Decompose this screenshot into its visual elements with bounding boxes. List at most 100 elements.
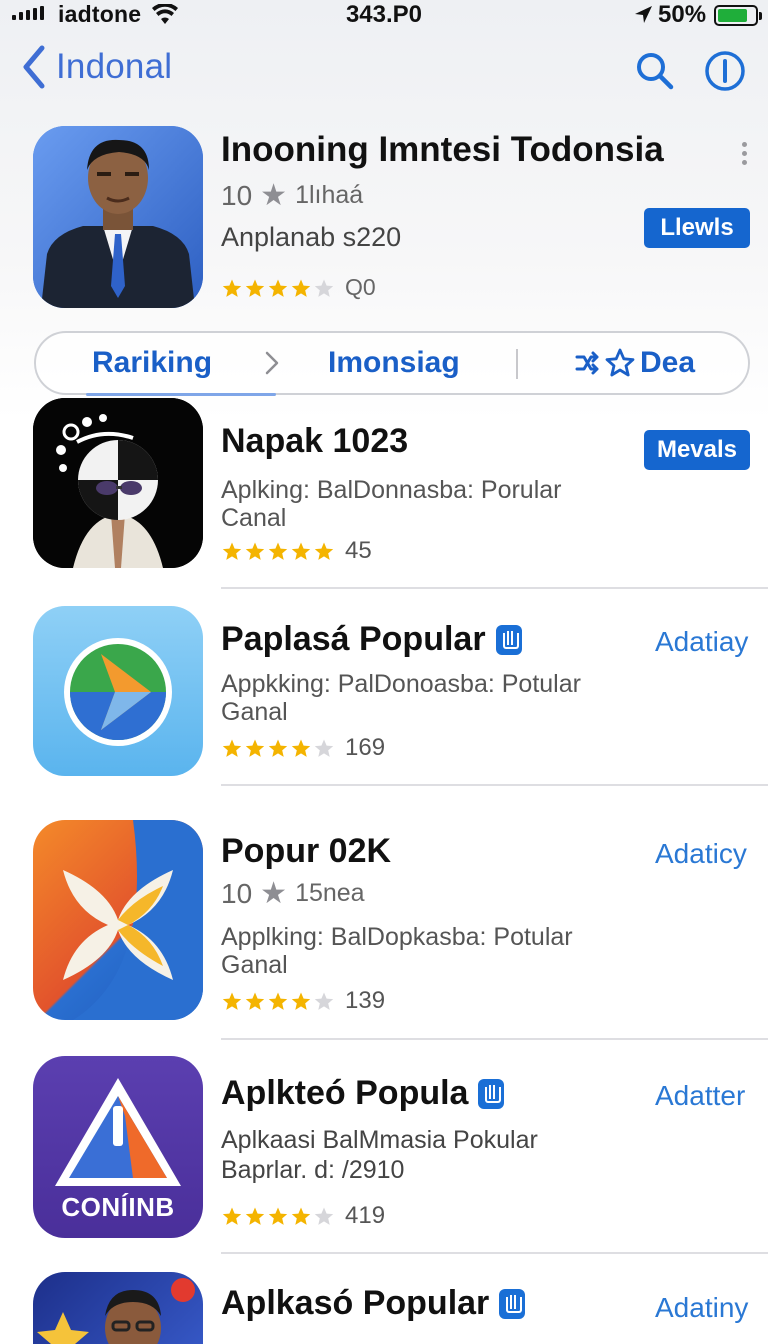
star-empty-icon — [314, 739, 334, 757]
app-action-link[interactable]: Adatiay — [655, 626, 748, 658]
chevron-right-icon — [265, 351, 279, 375]
app-rating: 419 — [221, 1202, 385, 1230]
star-filled-icon — [222, 279, 242, 297]
row-separator — [221, 1038, 768, 1040]
back-button[interactable]: Indonal — [18, 44, 172, 90]
app-action-button[interactable]: Mevals — [644, 430, 750, 470]
app-description: Aplkaasi BalMmasia Pokular Baprlar. d: /… — [221, 1126, 538, 1184]
battery-icon — [714, 5, 762, 26]
rating-count: 169 — [345, 734, 386, 761]
star-icon: ★ — [260, 877, 288, 910]
tab-dea[interactable]: Dea — [574, 333, 695, 393]
featured-app-icon — [33, 126, 203, 308]
app-sub-label: 15nea — [295, 879, 365, 907]
verified-badge-icon — [495, 624, 522, 655]
row-separator — [221, 587, 768, 589]
tab-dea-label: Dea — [640, 346, 696, 379]
app-subline: 10 ★ 15nea — [221, 876, 365, 911]
app-action-link[interactable]: Adatter — [655, 1080, 745, 1112]
app-name-text: Paplasá Popular — [221, 620, 486, 658]
app-name-text: Napak 1023 — [221, 422, 409, 460]
rating-count: 139 — [345, 987, 386, 1014]
verified-badge-icon — [499, 1288, 526, 1319]
featured-app-developer: Anplanab s220 — [221, 222, 402, 252]
app-name: Aplkteó Popula — [221, 1074, 505, 1113]
app-description: Applking: BalDopkasba: Potular Ganal — [221, 923, 573, 979]
list-item[interactable]: Paplasá Popular Appkking: PalDonoasba: P… — [0, 606, 768, 796]
featured-get-button[interactable]: Llewls — [644, 208, 750, 248]
segment-control: Rariking Imonsiag Dea — [34, 331, 750, 396]
app-description: Appkking: PalDonoasba: Potular Ganal — [221, 670, 581, 726]
battery-percent: 50% — [658, 1, 707, 28]
app-name: Aplkasó Popular — [221, 1284, 526, 1323]
star-rating — [221, 277, 335, 299]
shuffle-icon — [575, 351, 599, 375]
star-filled-icon — [268, 739, 288, 757]
app-name: Popur 02K — [221, 832, 391, 871]
star-filled-icon — [268, 992, 288, 1010]
list-item[interactable]: CONÍINB Aplkteó Popula Aplkaasi BalMmasi… — [0, 1056, 768, 1256]
featured-app-title: Inooning Imntesi Todonsia — [221, 130, 664, 169]
tab-imonsiag[interactable]: Imonsiag — [328, 333, 460, 393]
featured-app[interactable]: Inooning Imntesi Todonsia 10 ★ 1lıhaá An… — [0, 118, 768, 318]
app-icon: CONÍINB — [33, 1056, 203, 1238]
featured-sub-label: 1lıhaá — [295, 181, 364, 209]
app-action-link[interactable]: Adatiny — [655, 1292, 748, 1324]
star-filled-icon — [222, 1207, 242, 1225]
star-filled-icon — [245, 992, 265, 1010]
star-filled-icon — [245, 279, 265, 297]
app-desc-line: Aplking: BalDonnasba: Porular — [221, 476, 562, 504]
star-filled-icon — [291, 992, 311, 1010]
star-rating — [221, 540, 335, 562]
tab-ranking[interactable]: Rariking — [92, 333, 212, 393]
search-icon[interactable] — [634, 50, 674, 90]
star-filled-icon — [291, 739, 311, 757]
app-desc-line: Applking: BalDopkasba: Potular — [221, 923, 573, 951]
star-empty-icon — [314, 992, 334, 1010]
star-filled-icon — [222, 739, 242, 757]
app-rating: 45 — [221, 537, 372, 565]
app-desc-line: Ganal — [221, 698, 288, 726]
list-item[interactable]: Napak 1023 Aplking: BalDonnasba: Porular… — [0, 398, 768, 590]
app-name-text: Aplkasó Popular — [221, 1284, 490, 1322]
star-empty-icon — [314, 279, 334, 297]
star-filled-icon — [222, 992, 242, 1010]
app-icon — [33, 606, 203, 776]
rating-count: 45 — [345, 537, 372, 564]
star-filled-icon — [291, 279, 311, 297]
app-desc-line: Ganal — [221, 951, 288, 979]
star-filled-icon — [268, 1207, 288, 1225]
star-filled-icon — [291, 542, 311, 560]
app-name: Napak 1023 — [221, 422, 408, 461]
app-icon — [33, 1272, 203, 1344]
app-rating-number: 10 — [221, 877, 253, 909]
rating-count: 419 — [345, 1202, 386, 1229]
star-filled-icon — [245, 542, 265, 560]
star-filled-icon — [291, 1207, 311, 1225]
star-filled-icon — [314, 542, 334, 560]
segment-divider — [516, 349, 518, 379]
more-options-icon[interactable] — [740, 142, 748, 166]
star-rating — [221, 737, 335, 759]
list-item[interactable]: Aplkasó Popular Adatiny — [0, 1272, 768, 1344]
list-item[interactable]: Popur 02K 10 ★ 15nea Applking: BalDopkas… — [0, 820, 768, 1040]
back-label: Indonal — [56, 47, 173, 86]
info-icon[interactable] — [704, 50, 746, 92]
star-outline-icon — [605, 348, 635, 377]
app-name: Paplasá Popular — [221, 620, 522, 659]
active-tab-indicator — [86, 393, 276, 396]
chevron-left-icon — [23, 45, 45, 89]
app-rating: 139 — [221, 987, 385, 1015]
app-desc-line: Canal — [221, 504, 287, 532]
star-rating — [221, 1205, 335, 1227]
featured-app-rating: Q0 — [221, 274, 376, 301]
app-name-text: Popur 02K — [221, 832, 392, 870]
star-filled-icon — [245, 739, 265, 757]
app-desc-line: Appkking: PalDonoasba: Potular — [221, 670, 581, 698]
featured-rating-number: 10 — [221, 179, 253, 211]
app-action-link[interactable]: Adaticy — [655, 838, 747, 870]
status-bar: iadtone 343.P0 50% — [0, 0, 768, 34]
star-icon: ★ — [260, 179, 288, 212]
app-desc-line: Baprlar. d: /2910 — [221, 1156, 405, 1184]
verified-badge-icon — [478, 1078, 505, 1109]
